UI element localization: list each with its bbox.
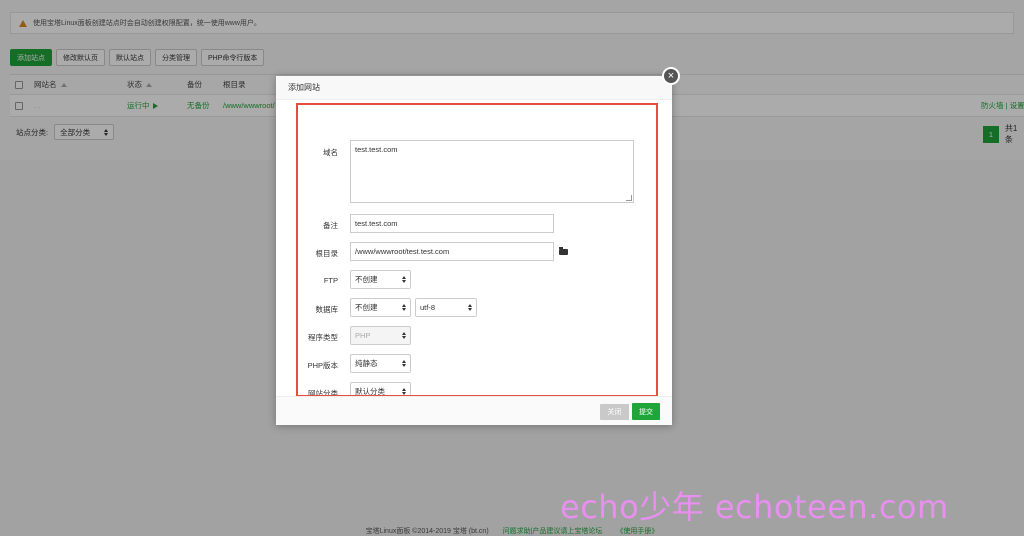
submit-button[interactable]: 提交 bbox=[632, 403, 660, 420]
dialog-title: 添加网站 bbox=[276, 76, 672, 100]
dialog-footer: 关闭 提交 bbox=[276, 396, 672, 425]
close-icon[interactable]: × bbox=[662, 67, 680, 85]
annotation-highlight-box bbox=[296, 103, 658, 397]
add-site-dialog: 添加网站 × 域名 test.test.com 备注 test.test.com… bbox=[276, 67, 680, 425]
close-button[interactable]: 关闭 bbox=[600, 404, 629, 420]
watermark-text: echo少年 echoteen.com bbox=[560, 488, 949, 526]
